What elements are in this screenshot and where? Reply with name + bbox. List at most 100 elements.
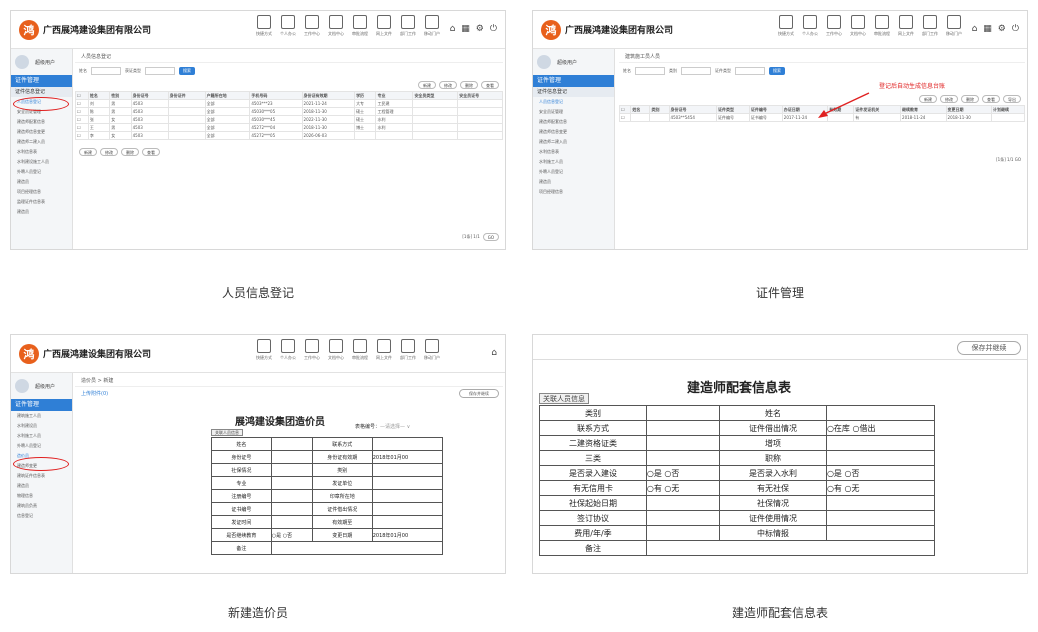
sidebar-item[interactable]: 安全员证管理 xyxy=(533,107,614,117)
column-header[interactable]: 身份证有效期 xyxy=(301,91,356,100)
form-field[interactable] xyxy=(825,405,936,421)
select-all-checkbox[interactable]: ☐ xyxy=(618,105,632,114)
form-field[interactable]: 2018年01月00 xyxy=(371,450,444,464)
cert-type-input[interactable] xyxy=(735,67,765,75)
column-header[interactable]: 手机号码 xyxy=(249,91,303,100)
toolbar-item[interactable]: 个人办公 xyxy=(801,15,819,37)
column-header[interactable]: 计划继续 xyxy=(991,105,1025,114)
sidebar-section[interactable]: 证件管理 xyxy=(533,75,614,87)
name-input[interactable] xyxy=(635,67,665,75)
sidebar-item[interactable]: 建造师信息变更 xyxy=(533,127,614,137)
form-field[interactable] xyxy=(645,540,936,556)
toolbar-item[interactable]: 部门工作 xyxy=(399,339,417,361)
toolbar-item[interactable]: 审批流程 xyxy=(351,15,369,37)
type-select[interactable] xyxy=(145,67,175,75)
go-button[interactable]: GO xyxy=(482,233,499,241)
toolbar-item[interactable]: 快捷方式 xyxy=(255,339,273,361)
form-field[interactable] xyxy=(645,450,721,466)
action-button[interactable]: 新建 xyxy=(919,95,937,103)
form-field[interactable]: ○有 ○无 xyxy=(645,480,721,496)
column-header[interactable]: 证件编号 xyxy=(748,105,783,114)
category-input[interactable] xyxy=(681,67,711,75)
sidebar-item[interactable]: 水利建设施工人员 xyxy=(11,157,72,167)
form-field[interactable] xyxy=(270,515,313,529)
sidebar-item[interactable]: 水利施工人员 xyxy=(533,157,614,167)
toolbar-item[interactable]: 网上文件 xyxy=(375,339,393,361)
form-field[interactable] xyxy=(270,476,313,490)
column-header[interactable]: 身份证号 xyxy=(668,105,717,114)
sidebar-item[interactable]: 建造师信息变更 xyxy=(11,127,72,137)
row-checkbox[interactable]: ☐ xyxy=(618,113,632,122)
form-field[interactable] xyxy=(270,541,444,555)
sidebar-sub[interactable]: 证件信息登记 xyxy=(533,87,614,97)
sidebar-item[interactable]: 项目经理信息 xyxy=(533,187,614,197)
toolbar-item[interactable]: 文档中心 xyxy=(327,339,345,361)
action-button[interactable]: 查看 xyxy=(142,148,160,156)
settings-icon[interactable]: ⚙ xyxy=(998,24,1006,34)
table-row[interactable]: ☐ 王男 4503 全部 45272***04 2018-11-30 博士 水利 xyxy=(75,123,503,132)
action-button[interactable]: 修改 xyxy=(940,95,958,103)
home-icon[interactable]: ⌂ xyxy=(491,348,497,358)
upload-link[interactable]: 上传附件(0) xyxy=(75,387,503,400)
form-field[interactable] xyxy=(270,437,313,451)
row-checkbox[interactable]: ☐ xyxy=(75,131,89,140)
sidebar-item[interactable]: 建筑证件信息表 xyxy=(11,471,72,481)
form-field[interactable] xyxy=(825,510,936,526)
form-field[interactable] xyxy=(371,489,444,503)
form-field[interactable] xyxy=(270,450,313,464)
toolbar-item[interactable]: 工作中心 xyxy=(303,15,321,37)
action-button[interactable]: 新建 xyxy=(79,148,97,156)
form-field[interactable] xyxy=(645,510,721,526)
settings-icon[interactable]: ⚙ xyxy=(476,24,484,34)
column-header[interactable]: 证件类型 xyxy=(715,105,750,114)
sidebar-sub[interactable]: 证件信息登记 xyxy=(11,87,72,97)
sidebar-item[interactable]: 外聘人员登记 xyxy=(11,441,72,451)
form-field[interactable] xyxy=(371,463,444,477)
column-header[interactable]: 继续教育 xyxy=(900,105,947,114)
column-header[interactable]: 学历 xyxy=(354,91,377,100)
toolbar-item[interactable]: 个人办公 xyxy=(279,339,297,361)
sidebar-item[interactable]: 外聘人员登记 xyxy=(533,167,614,177)
action-button[interactable]: 查看 xyxy=(982,95,1000,103)
column-header[interactable]: 专业 xyxy=(375,91,414,100)
sidebar-item[interactable]: 建造员 xyxy=(533,177,614,187)
toolbar-item[interactable]: 移动门户 xyxy=(423,15,441,37)
form-field[interactable] xyxy=(270,489,313,503)
form-field[interactable] xyxy=(645,435,721,451)
form-field[interactable]: ○是 ○否 xyxy=(270,528,313,542)
toolbar-item[interactable]: 审批流程 xyxy=(873,15,891,37)
table-row[interactable]: ☐ 陈男 4503 全部 45030***05 2018-11-30 硕士 工程管理 xyxy=(75,107,503,116)
form-field[interactable] xyxy=(371,476,444,490)
form-field[interactable] xyxy=(645,495,721,511)
sidebar-item[interactable]: 建造员 xyxy=(11,177,72,187)
sidebar-item[interactable]: 水利建设员 xyxy=(11,421,72,431)
column-header[interactable]: 类别 xyxy=(649,105,670,114)
table-row[interactable]: ☐ 李女 4503 全部 45272***05 2026-06-03 xyxy=(75,131,503,140)
form-field[interactable] xyxy=(825,435,936,451)
row-checkbox[interactable]: ☐ xyxy=(75,99,89,108)
search-button[interactable]: 搜索 xyxy=(179,67,195,75)
sidebar-item[interactable]: 物理信息 xyxy=(11,491,72,501)
form-field[interactable] xyxy=(825,450,936,466)
sidebar-item[interactable]: 人员信息登记 xyxy=(533,97,614,107)
select-all-checkbox[interactable]: ☐ xyxy=(75,91,89,100)
form-field[interactable]: ○是 ○否 xyxy=(645,465,721,481)
sidebar-section[interactable]: 证件管理 xyxy=(11,75,72,87)
power-icon[interactable]: ⏻ xyxy=(1012,24,1019,34)
column-header[interactable]: 变更日期 xyxy=(945,105,993,114)
grid-icon[interactable]: ▦ xyxy=(461,24,470,34)
toolbar-item[interactable]: 移动门户 xyxy=(423,339,441,361)
row-checkbox[interactable]: ☐ xyxy=(75,115,89,124)
form-field[interactable] xyxy=(270,463,313,477)
toolbar-item[interactable]: 部门工作 xyxy=(399,15,417,37)
toolbar-item[interactable]: 文档中心 xyxy=(849,15,867,37)
sidebar-item[interactable]: 水利信息表 xyxy=(533,147,614,157)
sidebar-item[interactable]: 建造员 xyxy=(11,207,72,217)
sidebar-item[interactable]: 建造师二建入员 xyxy=(533,137,614,147)
toolbar-item[interactable]: 个人办公 xyxy=(279,15,297,37)
form-field[interactable] xyxy=(270,502,313,516)
sidebar-item[interactable]: 建筑施工人员 xyxy=(11,411,72,421)
toolbar-item[interactable]: 工作中心 xyxy=(303,339,321,361)
power-icon[interactable]: ⏻ xyxy=(490,24,497,34)
column-header[interactable]: 性别 xyxy=(109,91,132,100)
